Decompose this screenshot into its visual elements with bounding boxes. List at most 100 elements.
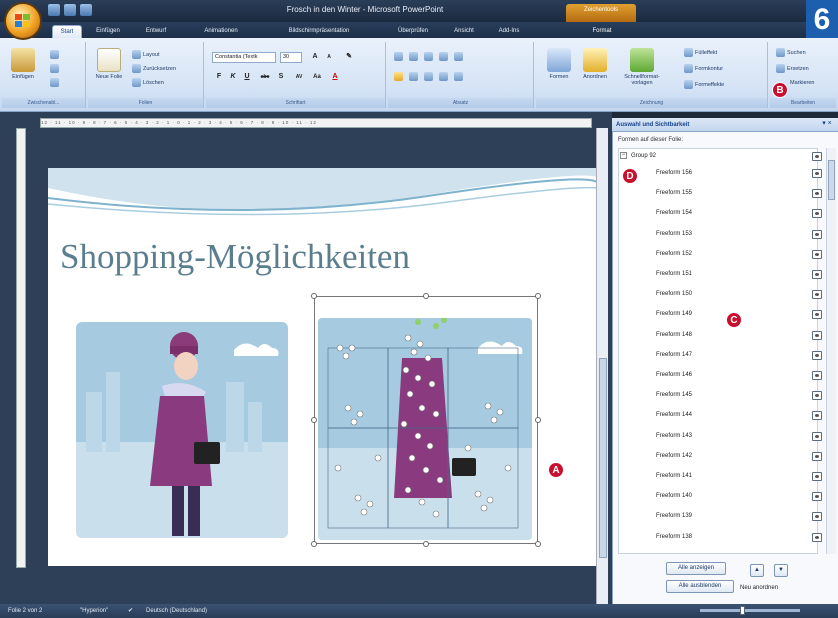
undo-icon[interactable] [64, 4, 76, 16]
visibility-eye-icon[interactable] [812, 310, 822, 320]
align-center-icon[interactable] [409, 72, 418, 81]
shape-list-item[interactable]: Freeform 143 [656, 433, 756, 439]
resize-handle-s[interactable] [423, 541, 429, 547]
zoom-slider-knob[interactable] [740, 606, 745, 615]
resize-handle-w[interactable] [311, 417, 317, 423]
tab-ueberpruefen[interactable]: Überprüfen [388, 25, 438, 38]
visibility-eye-icon[interactable] [812, 371, 822, 380]
shape-list-item[interactable]: Freeform 151 [656, 271, 756, 277]
strikethrough-button[interactable]: abc [258, 72, 272, 82]
resize-handle-e[interactable] [535, 417, 541, 423]
shrink-font-button[interactable]: A [324, 52, 334, 62]
resize-handle-nw[interactable] [311, 293, 317, 299]
grow-font-button[interactable]: A [310, 52, 320, 62]
woman-illustration-left[interactable] [76, 322, 288, 538]
slide-title[interactable]: Shopping-Möglichkeiten [60, 237, 520, 277]
font-size-combo[interactable]: 30 [280, 52, 302, 63]
shape-list-item[interactable]: Freeform 147 [656, 352, 756, 358]
shape-list-item[interactable]: Freeform 153 [656, 231, 756, 237]
char-spacing-button[interactable]: AV [292, 72, 306, 82]
zoom-slider[interactable] [700, 609, 800, 612]
tab-entwurf[interactable]: Entwurf [138, 25, 174, 38]
resize-handle-ne[interactable] [535, 293, 541, 299]
font-name-combo[interactable]: Constantia (Textk [212, 52, 276, 63]
shape-list-item[interactable]: Freeform 154 [656, 210, 756, 216]
visibility-eye-icon[interactable] [812, 169, 822, 178]
tab-bildschirmpraesentation[interactable]: Bildschirmpräsentation [276, 25, 362, 38]
shape-list-item[interactable]: Freeform 139 [656, 513, 756, 519]
tab-ansicht[interactable]: Ansicht [446, 25, 482, 38]
change-case-button[interactable]: Aa [310, 72, 324, 82]
selection-bounding-box[interactable] [311, 293, 541, 547]
language[interactable]: Deutsch (Deutschland) [146, 604, 207, 618]
visibility-eye-icon[interactable] [812, 431, 822, 441]
shape-list-item[interactable]: Freeform 156 [656, 170, 756, 176]
pane-menu-icon[interactable]: ▾ × [820, 119, 834, 131]
columns-icon[interactable] [454, 72, 463, 81]
paste-button[interactable]: Einfügen [6, 48, 40, 80]
visibility-eye-icon[interactable] [812, 532, 822, 542]
group-row[interactable]: − Group 92 [620, 152, 656, 159]
shape-list-item[interactable]: Freeform 146 [656, 372, 756, 378]
visibility-eye-icon[interactable] [812, 290, 822, 300]
hide-all-button[interactable]: Alle ausblenden [666, 580, 734, 593]
shape-list-item[interactable]: Freeform 141 [656, 473, 756, 479]
move-up-button[interactable]: ▲ [750, 564, 764, 577]
resize-handle-sw[interactable] [311, 541, 317, 547]
visibility-eye-icon[interactable] [812, 270, 822, 279]
cut-button[interactable] [50, 50, 59, 59]
resize-handle-n[interactable] [423, 293, 429, 299]
visibility-eye-icon[interactable] [812, 350, 822, 360]
visibility-eye-icon[interactable] [812, 411, 822, 421]
shape-list-item[interactable]: Freeform 152 [656, 251, 756, 257]
visibility-eye-icon[interactable] [812, 209, 822, 219]
reset-button[interactable]: Zurücksetzen [132, 64, 176, 73]
resize-handle-se[interactable] [535, 541, 541, 547]
move-down-button[interactable]: ▼ [774, 564, 788, 577]
delete-slide-button[interactable]: Löschen [132, 78, 164, 87]
tab-start[interactable]: Start [52, 25, 82, 38]
slide-vertical-scrollbar[interactable] [596, 128, 608, 604]
tab-animationen[interactable]: Animationen [196, 25, 246, 38]
shape-list-item[interactable]: Freeform 142 [656, 453, 756, 459]
arrange-button[interactable]: Anordnen [578, 48, 612, 80]
shape-list-item[interactable]: Freeform 140 [656, 493, 756, 499]
quick-styles-button[interactable]: Schnellformat-vorlagen [616, 48, 668, 86]
show-all-button[interactable]: Alle anzeigen [666, 562, 726, 575]
find-button[interactable]: Suchen [776, 48, 806, 57]
shadow-button[interactable]: S [276, 72, 286, 82]
visibility-eye-icon[interactable] [812, 451, 822, 461]
format-painter-button[interactable] [50, 78, 59, 87]
list-scrollbar-thumb[interactable] [828, 160, 835, 200]
bold-button[interactable]: F [214, 72, 224, 82]
layout-button[interactable]: Layout [132, 50, 160, 59]
numbering-icon[interactable] [409, 52, 418, 61]
increase-indent-icon[interactable] [439, 52, 448, 61]
font-color-button[interactable]: A [330, 72, 340, 82]
shape-fill-button[interactable]: Fülleffekt [684, 48, 717, 57]
visibility-eye-icon[interactable] [812, 249, 822, 259]
spellcheck-icon[interactable]: ✔ [128, 604, 133, 618]
shape-list-item[interactable]: Freeform 155 [656, 190, 756, 196]
underline-button[interactable]: U [242, 72, 252, 82]
tab-einfuegen[interactable]: Einfügen [90, 25, 126, 38]
visibility-eye-icon[interactable] [812, 152, 822, 161]
visibility-eye-icon[interactable] [812, 492, 822, 502]
shape-effects-button[interactable]: Formeffekte [684, 80, 724, 89]
line-spacing-icon[interactable] [454, 52, 463, 61]
align-right-icon[interactable] [424, 72, 433, 81]
new-slide-button[interactable]: Neue Folie [92, 48, 126, 80]
visibility-eye-icon[interactable] [812, 229, 822, 239]
collapse-icon[interactable]: − [620, 152, 627, 159]
shapes-button[interactable]: Formen [542, 48, 576, 80]
visibility-eye-icon[interactable] [812, 391, 822, 401]
bullets-icon[interactable] [394, 52, 403, 61]
clear-format-icon[interactable]: ✎ [344, 52, 354, 62]
scrollbar-thumb[interactable] [599, 358, 607, 558]
italic-button[interactable]: K [228, 72, 238, 82]
shape-list-item[interactable]: Freeform 145 [656, 392, 756, 398]
office-button[interactable] [4, 2, 42, 40]
visibility-eye-icon[interactable] [812, 472, 822, 481]
shape-list-item[interactable]: Freeform 150 [656, 291, 756, 297]
visibility-eye-icon[interactable] [812, 512, 822, 522]
